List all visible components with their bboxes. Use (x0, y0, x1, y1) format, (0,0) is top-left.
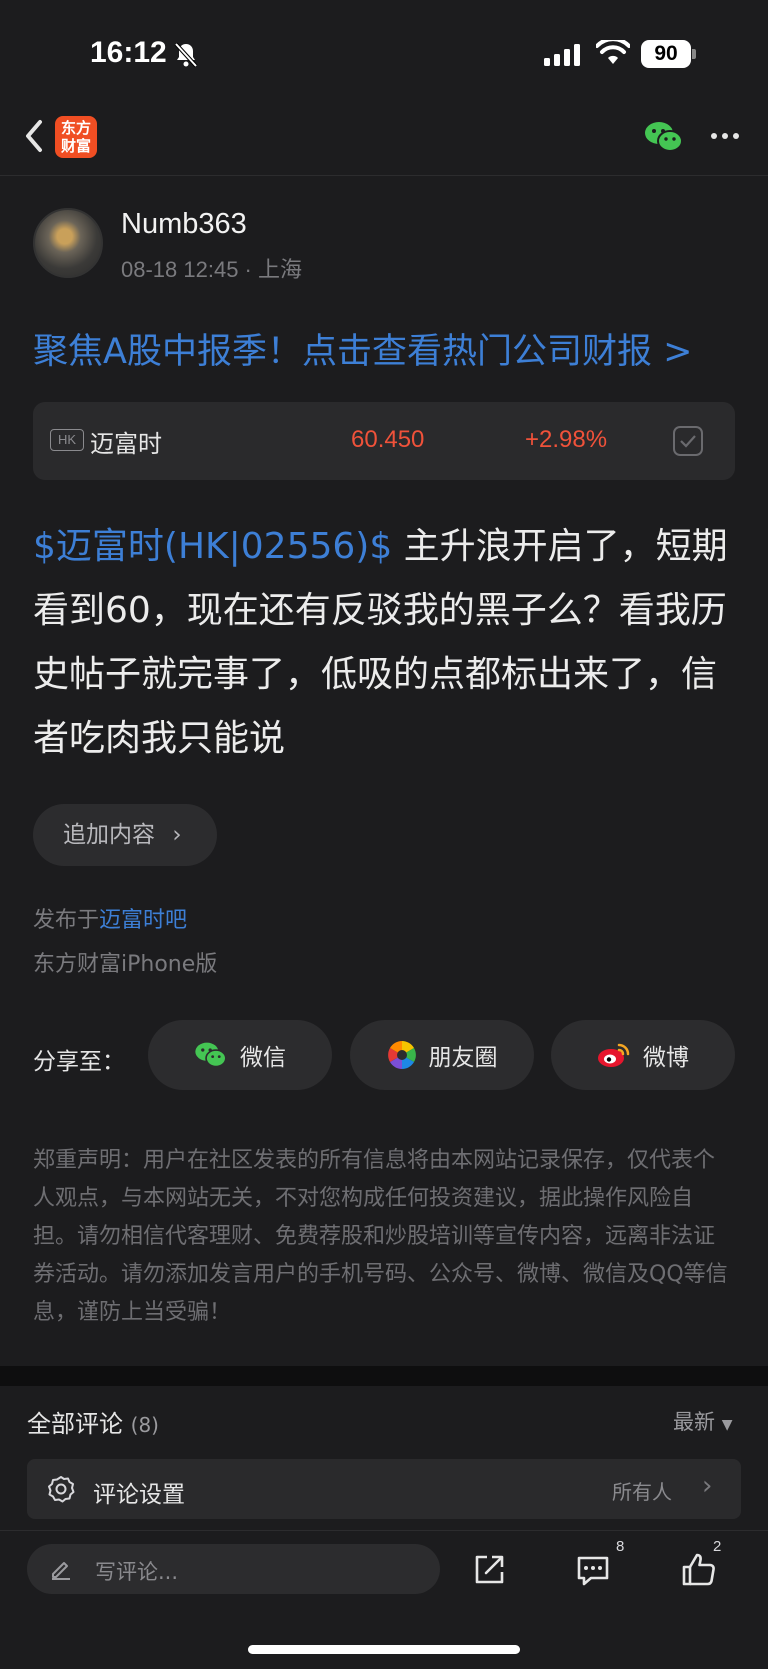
share-label: 分享至： (33, 1049, 125, 1075)
bar-link[interactable]: 迈富时吧 (99, 908, 187, 933)
sort-dropdown[interactable]: 最新 ▼ (673, 1406, 732, 1436)
app-logo[interactable]: 东方 财富 (55, 116, 97, 158)
logo-line-2: 财富 (60, 137, 91, 155)
comment-count-badge: 8 (616, 1538, 625, 1555)
share-weibo-button[interactable]: 微博 (551, 1020, 735, 1090)
stock-card[interactable]: HK 迈富时 60.450 +2.98% (33, 402, 735, 480)
write-comment-placeholder: 写评论... (95, 1560, 179, 1584)
comments-title: 全部评论 (8) (27, 1404, 159, 1439)
moments-icon (387, 1041, 416, 1069)
watchlist-check-icon[interactable] (673, 426, 703, 456)
battery-indicator: 90 (641, 40, 691, 68)
stock-tag-link[interactable]: $迈富时(HK|02556)$ (33, 526, 392, 567)
cellular-signal-icon (544, 44, 580, 66)
comment-settings-row[interactable]: 评论设置 所有人 › (27, 1459, 741, 1519)
share-weibo-label: 微博 (643, 1045, 689, 1071)
market-badge: HK (50, 429, 84, 451)
stock-price: 60.450 (351, 426, 425, 453)
share-moments-button[interactable]: 朋友圈 (350, 1020, 534, 1090)
mute-bell-icon (174, 42, 198, 68)
nav-divider (0, 175, 768, 176)
gear-icon (48, 1476, 75, 1503)
wechat-icon (195, 1042, 227, 1068)
caret-down-icon: ▼ (721, 1417, 733, 1433)
status-time: 16:12 (90, 36, 167, 69)
weibo-icon (598, 1043, 630, 1067)
chevron-right-icon: › (172, 822, 182, 848)
post-meta: 08-18 12:45 · 上海 (121, 257, 302, 282)
battery-tip (692, 49, 696, 59)
comments-count: (8) (130, 1413, 159, 1437)
thumbs-up-icon[interactable] (681, 1552, 717, 1588)
comment-bubble-icon[interactable] (575, 1554, 611, 1588)
wechat-share-icon[interactable] (644, 120, 684, 154)
client-source: 东方财富iPhone版 (33, 952, 218, 977)
chevron-right-icon: › (702, 1471, 713, 1501)
avatar[interactable] (33, 208, 103, 278)
logo-line-1: 东方 (60, 119, 91, 137)
share-wechat-button[interactable]: 微信 (148, 1020, 332, 1090)
like-count-badge: 2 (713, 1538, 722, 1555)
stock-name: 迈富时 (90, 430, 162, 458)
published-line: 发布于迈富时吧 (33, 902, 187, 934)
comment-settings-value: 所有人 (612, 1480, 672, 1504)
more-options-icon[interactable] (710, 132, 740, 140)
disclaimer-text: 郑重声明：用户在社区发表的所有信息将由本网站记录保存，仅代表个人观点，与本网站无… (33, 1148, 728, 1325)
share-wechat-label: 微信 (240, 1045, 286, 1071)
comments-title-label: 全部评论 (27, 1410, 123, 1438)
published-prefix: 发布于 (33, 908, 100, 933)
add-content-button[interactable]: 追加内容 › (33, 804, 217, 866)
section-separator (0, 1366, 768, 1386)
write-comment-input[interactable]: 写评论... (27, 1544, 440, 1594)
stock-change: +2.98% (525, 426, 608, 453)
back-chevron-icon[interactable] (20, 116, 54, 156)
sort-label: 最新 (673, 1410, 715, 1434)
author-name[interactable]: Numb363 (121, 208, 247, 241)
share-moments-label: 朋友圈 (428, 1045, 498, 1071)
post-body: $迈富时(HK|02556)$ 主升浪开启了，短期看到60，现在还有反驳我的黑子… (33, 515, 738, 771)
share-out-icon[interactable] (472, 1553, 506, 1587)
pencil-icon (52, 1562, 70, 1580)
add-content-label: 追加内容 (63, 822, 155, 848)
bottom-divider (0, 1530, 768, 1531)
wifi-icon (596, 40, 630, 64)
comment-settings-label: 评论设置 (93, 1482, 185, 1508)
home-indicator[interactable] (248, 1645, 520, 1654)
promo-link[interactable]: 聚焦A股中报季！点击查看热门公司财报 > (33, 323, 692, 374)
